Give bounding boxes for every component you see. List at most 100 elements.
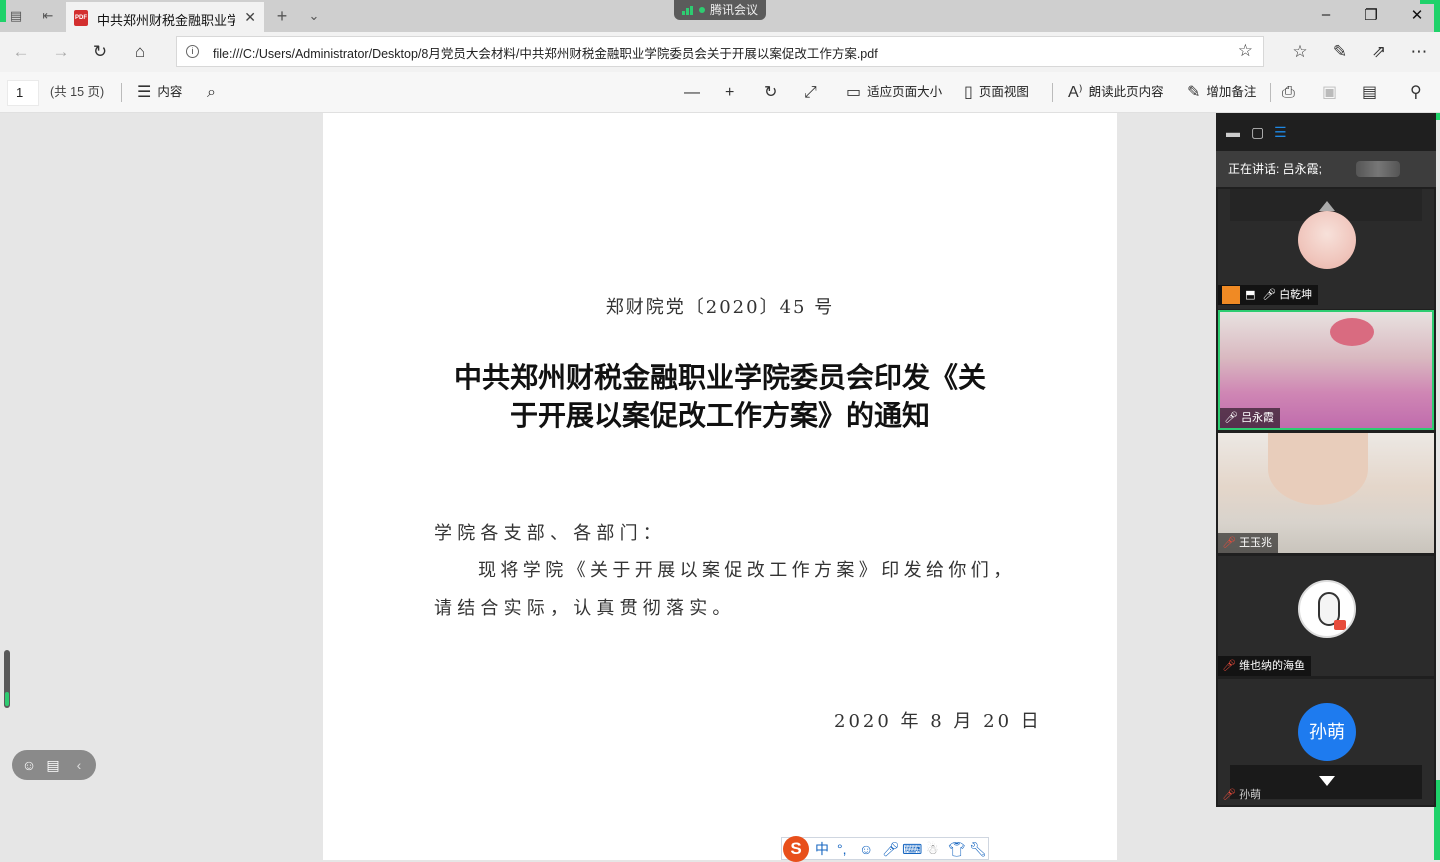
fit-page-icon: ▭ — [846, 84, 862, 102]
favorites-icon[interactable]: ☆ — [1289, 41, 1311, 63]
home-icon[interactable]: ⌂ — [129, 41, 151, 63]
new-tab-icon[interactable]: + — [274, 7, 290, 25]
back-icon[interactable]: ← — [10, 41, 32, 63]
document-viewport[interactable]: 郑财院党〔2020〕45 号 中共郑州财税金融职业学院委员会印发《关 于开展以案… — [0, 113, 1216, 860]
set-aside-tabs-icon[interactable]: ⇤ — [40, 8, 56, 24]
contents-label: 内容 — [157, 85, 183, 99]
scroll-down-icon[interactable] — [1319, 776, 1335, 786]
add-notes-button[interactable]: ✎ 增加备注 — [1187, 72, 1256, 113]
pin-toolbar-button[interactable]: ⚲ — [1410, 72, 1428, 113]
zoom-out-button[interactable]: — — [684, 72, 706, 113]
read-aloud-button[interactable]: A⁾ 朗读此页内容 — [1068, 72, 1164, 113]
volume-slider[interactable] — [4, 650, 10, 708]
settings-wrench-icon[interactable]: 🔧︎ — [969, 840, 987, 858]
fit-page-label: 适应页面大小 — [867, 85, 943, 99]
print-button[interactable]: ⎙ — [1282, 72, 1301, 113]
participant-name: 维也纳的海鱼 — [1239, 660, 1306, 672]
url-text: file:///C:/Users/Administrator/Desktop/8… — [213, 47, 878, 61]
volume-level — [5, 692, 9, 706]
plus-icon: + — [725, 84, 735, 102]
scroll-up-icon[interactable] — [1319, 201, 1335, 211]
pdf-page: 郑财院党〔2020〕45 号 中共郑州财税金融职业学院委员会印发《关 于开展以案… — [323, 113, 1117, 860]
search-icon: ⌕ — [207, 84, 216, 102]
fullscreen-button[interactable]: ⤢ — [804, 72, 823, 113]
more-icon[interactable]: ⋯ — [1408, 41, 1430, 63]
forward-icon[interactable]: → — [50, 41, 72, 63]
skin-icon[interactable]: 👕︎ — [948, 840, 966, 858]
url-field[interactable]: i file:///C:/Users/Administrator/Desktop… — [176, 36, 1264, 67]
meeting-pill[interactable]: 腾讯会议 — [674, 0, 766, 20]
page-number-input[interactable]: 1 — [7, 80, 39, 106]
list-view-icon[interactable]: ☰ — [1274, 124, 1287, 141]
share-icon[interactable]: ⇗ — [1368, 41, 1390, 63]
host-icon — [1222, 286, 1240, 305]
minus-icon: — — [684, 84, 700, 102]
user-icon[interactable]: ☃ — [926, 840, 939, 858]
chevron-down-icon[interactable]: ⌄ — [306, 8, 322, 24]
collapse-icon[interactable]: ‹ — [70, 756, 88, 774]
avatar: 孙萌 — [1298, 703, 1356, 761]
read-aloud-icon: A⁾ — [1068, 84, 1083, 102]
page-total: (共 15 页) — [50, 85, 105, 99]
participant-tile[interactable]: 孙萌 🎤︎ 孙萌 — [1218, 679, 1434, 805]
pen-icon[interactable]: ✎ — [1329, 41, 1351, 63]
search-button[interactable]: ⌕ — [207, 72, 222, 113]
tab-actions-icon[interactable]: ▤ — [8, 8, 24, 24]
participant-name: 王玉兆 — [1239, 537, 1273, 549]
contents-button[interactable]: ☰ 内容 — [137, 72, 182, 113]
zoom-in-button[interactable]: + — [725, 72, 740, 113]
list-icon: ☰ — [137, 84, 152, 102]
document-date: 2020 年 8 月 20 日 — [834, 711, 1042, 732]
pdf-toolbar: 1 (共 15 页) ☰ 内容 ⌕ — + ↻ ⤢ ▭ 适应页面大小 ▯ 页面视图 A… — [0, 72, 1440, 113]
voice-input-icon[interactable]: 🎤︎ — [882, 840, 900, 858]
speaking-indicator: 正在讲话: 吕永霞; — [1216, 151, 1436, 187]
save-as-button[interactable]: ▤ — [1362, 72, 1383, 113]
participant-tile[interactable]: 🎤︎ 王玉兆 — [1218, 433, 1434, 553]
avatar — [1298, 211, 1356, 269]
participant-name: 白乾坤 — [1279, 289, 1313, 301]
keyboard-icon[interactable]: ⌨ — [902, 840, 922, 858]
expand-icon: ⤢ — [804, 84, 817, 102]
refresh-icon[interactable]: ↻ — [89, 41, 111, 63]
info-icon[interactable]: i — [186, 45, 199, 58]
close-window-button[interactable]: ✕ — [1405, 6, 1429, 24]
document-title: 中共郑州财税金融职业学院委员会印发《关 于开展以案促改工作方案》的通知 — [433, 359, 1007, 435]
emoji-icon[interactable]: ☺ — [859, 840, 873, 858]
participant-tile[interactable]: 🎤︎ 维也纳的海鱼 — [1218, 556, 1434, 676]
participant-name-bar: 🎤︎ 维也纳的海鱼 — [1218, 656, 1312, 676]
page-view-button[interactable]: ▯ 页面视图 — [964, 72, 1029, 113]
save-as-icon: ▤ — [1362, 84, 1378, 102]
punctuation-toggle[interactable]: °, — [837, 840, 847, 858]
blurred-area — [1356, 161, 1400, 177]
speaking-label: 正在讲话: 吕永霞; — [1228, 162, 1323, 176]
participant-name-bar: 🎤︎ 孙萌 — [1218, 785, 1267, 805]
goose-icon — [1334, 620, 1346, 630]
meeting-panel-header: ▬ ▢ ☰ — [1216, 113, 1436, 151]
status-dot — [699, 7, 705, 13]
tab-pdf[interactable]: PDF 中共郑州财税金融职业学 ✕ — [66, 2, 264, 32]
pin-icon: ⚲ — [1410, 84, 1422, 102]
pdf-icon: PDF — [74, 10, 88, 26]
favorite-star-icon[interactable]: ☆ — [1238, 41, 1253, 61]
chat-icon[interactable]: ▤ — [44, 756, 62, 774]
ime-language[interactable]: 中 — [815, 840, 829, 858]
screen-share-border — [0, 0, 6, 22]
participant-tile[interactable]: ⬒ 🎤︎ 白乾坤 — [1218, 189, 1434, 309]
sogou-logo-icon[interactable]: S — [783, 836, 809, 862]
minimize-button[interactable]: – — [1314, 6, 1338, 23]
minimize-icon[interactable]: ▬ — [1226, 124, 1240, 140]
participant-tile[interactable]: 🎤︎ 吕永霞 — [1218, 310, 1434, 430]
save-button[interactable]: ▣ — [1322, 72, 1343, 113]
signal-icon — [682, 6, 694, 15]
restore-button[interactable]: ❐ — [1359, 6, 1383, 24]
rotate-icon: ↻ — [764, 84, 778, 102]
close-tab-icon[interactable]: ✕ — [244, 9, 256, 26]
window-icon[interactable]: ▢ — [1251, 124, 1264, 141]
participant-name-bar: 🎤︎ 王玉兆 — [1218, 533, 1279, 553]
fit-page-button[interactable]: ▭ 适应页面大小 — [846, 72, 942, 113]
participant-name: 孙萌 — [1239, 789, 1262, 801]
floating-toolbar: ☺ ▤ ‹ — [12, 750, 96, 780]
page-view-label: 页面视图 — [978, 85, 1029, 99]
rotate-button[interactable]: ↻ — [764, 72, 783, 113]
emoji-icon[interactable]: ☺ — [20, 756, 38, 774]
